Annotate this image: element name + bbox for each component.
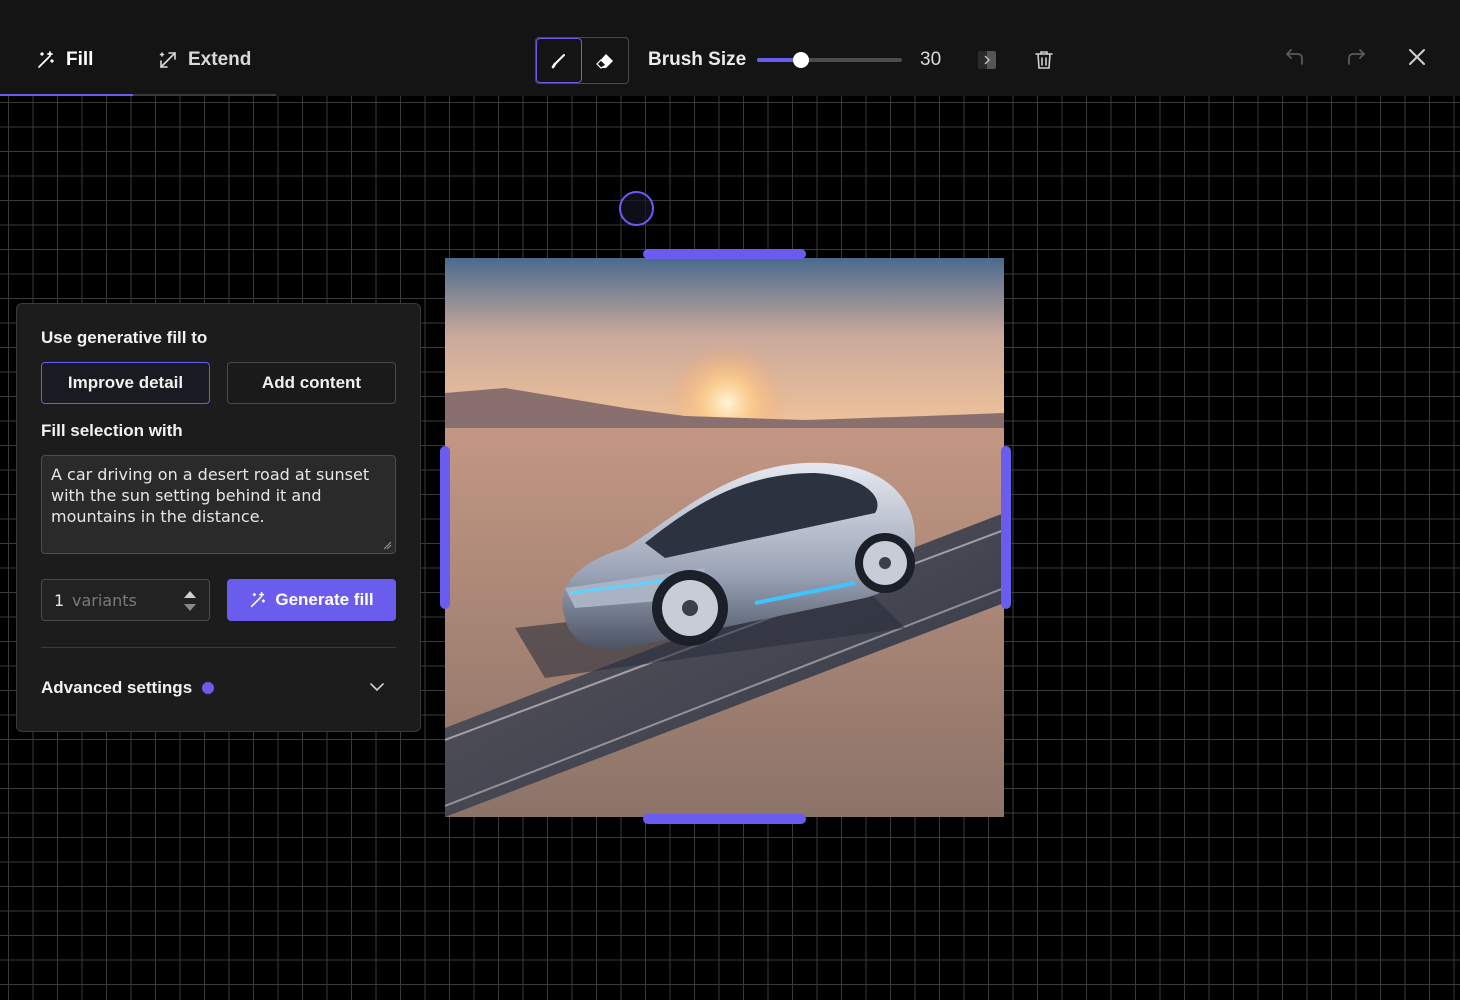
tab-fill-label: Fill [66, 49, 94, 70]
brush-size-value: 30 [920, 49, 942, 70]
resize-handle-bottom[interactable] [643, 814, 806, 824]
variants-value: 1 [54, 591, 65, 610]
eraser-icon [596, 53, 613, 69]
textarea-resize-icon[interactable] [382, 540, 392, 550]
advanced-settings-label: Advanced settings [41, 678, 193, 697]
panel-divider [41, 647, 396, 648]
chevron-down-icon [370, 683, 384, 692]
resize-handle-right[interactable] [1001, 446, 1011, 609]
fill-selection-label: Fill selection with [41, 421, 183, 440]
invert-mask-button[interactable] [976, 49, 998, 71]
tab-extend[interactable]: Extend [158, 44, 251, 76]
brush-icon [551, 53, 565, 68]
eraser-tool-button[interactable] [582, 38, 628, 83]
brush-size-slider[interactable] [757, 52, 902, 68]
variants-stepper-icon[interactable] [183, 588, 197, 614]
tab-extend-label: Extend [188, 49, 252, 70]
variants-unit: variants [72, 591, 137, 610]
magic-wand-icon [38, 51, 54, 68]
close-button[interactable] [1406, 46, 1428, 68]
generate-fill-label: Generate fill [275, 590, 374, 609]
car-desert-image [445, 258, 1004, 817]
prompt-textarea[interactable]: A car driving on a desert road at sunset… [41, 455, 396, 554]
redo-icon [1348, 49, 1366, 65]
magic-wand-icon [251, 591, 266, 608]
generative-fill-panel: Use generative fill to Improve detail Ad… [16, 303, 421, 732]
tab-fill[interactable]: Fill [36, 44, 93, 76]
redo-button[interactable] [1345, 46, 1367, 68]
brush-cursor-preview [619, 191, 654, 226]
add-content-button[interactable]: Add content [227, 362, 396, 404]
top-toolbar: Fill Extend Brush Size 30 [0, 0, 1460, 96]
trash-icon [1035, 51, 1053, 69]
undo-icon [1285, 49, 1303, 65]
edited-image[interactable] [445, 258, 1004, 817]
delete-button[interactable] [1033, 49, 1055, 71]
expand-arrows-icon [159, 52, 176, 68]
brush-size-slider-thumb[interactable] [792, 52, 809, 68]
resize-handle-left[interactable] [440, 446, 450, 609]
use-generative-fill-label: Use generative fill to [41, 328, 208, 347]
invert-mask-icon [978, 51, 996, 69]
advanced-settings-toggle[interactable]: Advanced settings [41, 676, 396, 700]
generate-fill-button[interactable]: Generate fill [227, 579, 396, 621]
brush-size-label: Brush Size [648, 49, 747, 70]
active-tab-indicator [0, 94, 133, 96]
variants-input[interactable]: 1 variants [41, 579, 210, 621]
tab-divider [133, 94, 276, 96]
brush-tool-group [535, 37, 629, 84]
improve-detail-button[interactable]: Improve detail [41, 362, 210, 404]
brush-tool-button[interactable] [536, 38, 583, 83]
close-icon [1409, 49, 1425, 65]
undo-button[interactable] [1284, 46, 1306, 68]
advanced-settings-indicator [202, 682, 215, 694]
resize-handle-top[interactable] [643, 249, 806, 259]
